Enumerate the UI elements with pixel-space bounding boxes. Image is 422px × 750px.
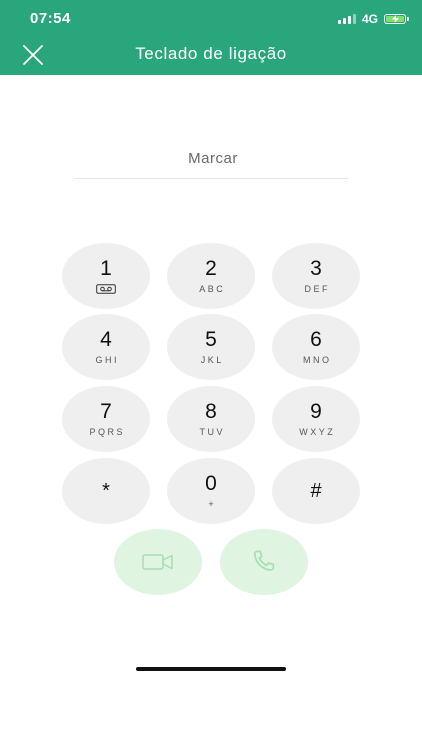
video-call-button[interactable] [114,529,202,595]
status-time: 07:54 [30,10,71,27]
key-digit: 5 [205,328,217,351]
key-1[interactable]: 1 [62,243,150,309]
dial-field-container [74,140,352,179]
voice-call-button[interactable] [220,529,308,595]
dial-input[interactable] [74,140,352,176]
key-6[interactable]: 6 MNO [272,314,360,380]
key-digit: # [310,480,322,502]
key-0[interactable]: 0 + [167,458,255,524]
key-digit: 2 [205,257,217,280]
key-digit: 8 [205,400,217,423]
key-3[interactable]: 3 DEF [272,243,360,309]
network-type: 4G [361,12,378,26]
battery-icon [384,14,409,24]
key-digit: 9 [310,400,322,423]
key-hash[interactable]: # [272,458,360,524]
key-letters: + [208,499,217,509]
status-indicators: 4G [337,12,409,26]
key-digit: 4 [100,328,112,351]
app-header: 07:54 4G Teclado de ligação [0,0,422,75]
key-letters: WXYZ [299,427,336,437]
signal-icon [337,14,356,24]
key-letters: ABC [199,284,226,294]
key-7[interactable]: 7 PQRS [62,386,150,452]
key-digit: 1 [100,257,112,280]
key-2[interactable]: 2 ABC [167,243,255,309]
page-title: Teclado de ligação [135,44,287,63]
key-digit: 3 [310,257,322,280]
key-5[interactable]: 5 JKL [167,314,255,380]
key-letters: JKL [200,355,224,365]
key-9[interactable]: 9 WXYZ [272,386,360,452]
phone-icon [253,550,275,571]
video-camera-icon [142,554,173,570]
key-letters: PQRS [89,427,125,437]
key-digit: * [102,480,110,502]
key-letters: TUV [199,427,225,437]
voicemail-icon [96,284,116,294]
key-digit: 7 [100,400,112,423]
key-4[interactable]: 4 GHI [62,314,150,380]
key-letters: GHI [95,355,119,365]
home-indicator[interactable] [136,667,286,671]
key-digit: 0 [205,472,217,495]
key-digit: 6 [310,328,322,351]
key-star[interactable]: * [62,458,150,524]
key-letters: DEF [304,284,330,294]
key-8[interactable]: 8 TUV [167,386,255,452]
key-letters: MNO [303,355,332,365]
